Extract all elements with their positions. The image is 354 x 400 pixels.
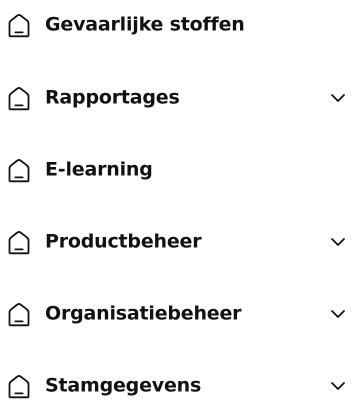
nav-item-label: Organisatiebeheer xyxy=(45,302,242,325)
nav-item-gevaarlijke-stoffen[interactable]: Gevaarlijke stoffen xyxy=(0,3,354,47)
home-icon xyxy=(6,85,32,111)
nav-item-stamgegevens[interactable]: Stamgegevens xyxy=(0,364,354,400)
home-icon xyxy=(6,12,32,38)
home-icon xyxy=(6,301,32,327)
nav-item-rapportages[interactable]: Rapportages xyxy=(0,76,354,120)
nav-item-organisatiebeheer[interactable]: Organisatiebeheer xyxy=(0,292,354,336)
sidebar-nav: Gevaarlijke stoffen Rapportages E-learni… xyxy=(0,0,354,400)
home-icon xyxy=(6,229,32,255)
nav-item-label: E-learning xyxy=(45,158,153,181)
nav-item-label: Rapportages xyxy=(45,86,180,109)
home-icon xyxy=(6,157,32,183)
chevron-down-icon[interactable] xyxy=(330,309,346,319)
nav-item-productbeheer[interactable]: Productbeheer xyxy=(0,220,354,264)
chevron-down-icon[interactable] xyxy=(330,381,346,391)
nav-item-label: Stamgegevens xyxy=(45,374,202,397)
chevron-down-icon[interactable] xyxy=(330,93,346,103)
nav-item-e-learning[interactable]: E-learning xyxy=(0,148,354,192)
nav-item-label: Gevaarlijke stoffen xyxy=(45,13,245,36)
home-icon xyxy=(6,373,32,399)
nav-item-label: Productbeheer xyxy=(45,230,202,253)
chevron-down-icon[interactable] xyxy=(330,237,346,247)
